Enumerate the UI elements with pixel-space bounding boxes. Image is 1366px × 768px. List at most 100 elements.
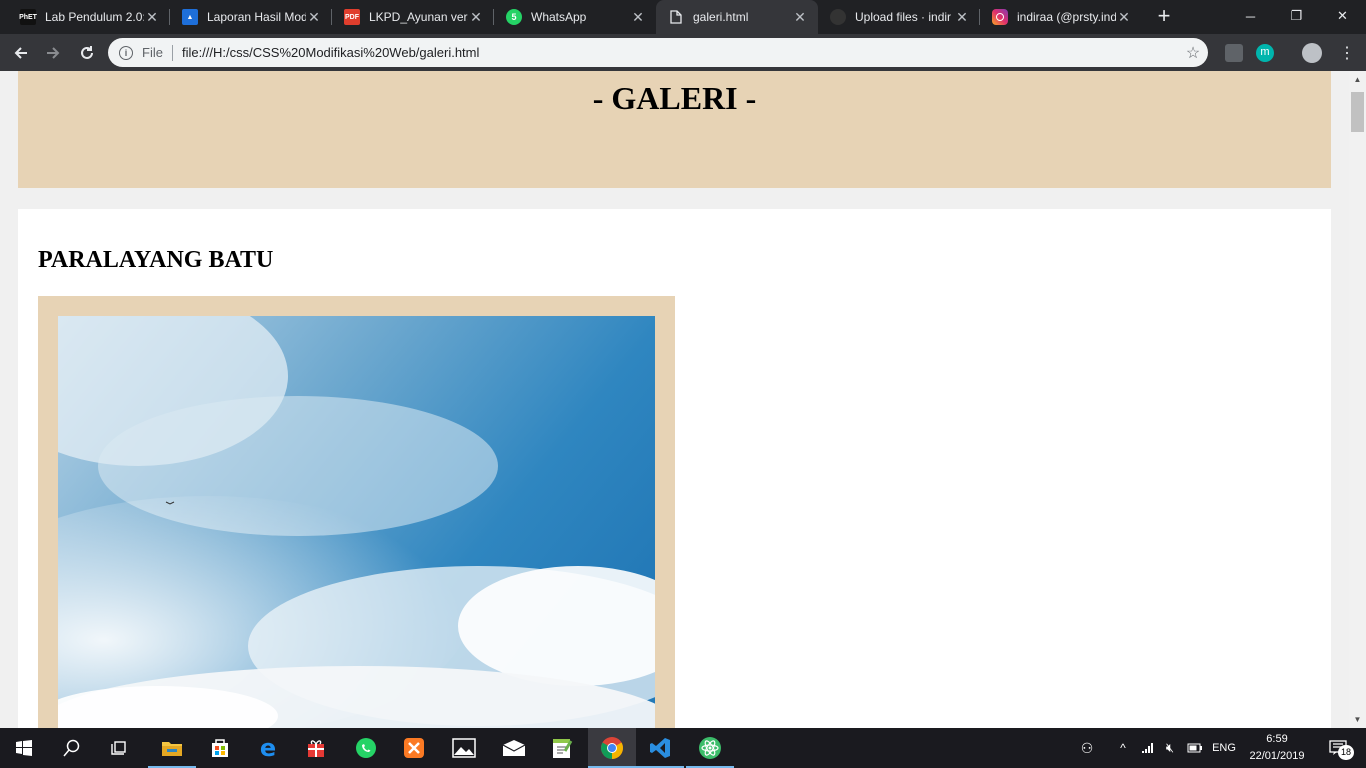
store-button[interactable]: [196, 728, 244, 768]
tab-title: LKPD_Ayunan vers: [369, 10, 468, 24]
close-tab-icon[interactable]: ✕: [306, 9, 322, 26]
pdf-icon: PDF: [344, 9, 360, 25]
chrome-button[interactable]: [588, 728, 636, 768]
instagram-icon: [992, 9, 1008, 25]
chevron-up-icon[interactable]: ^: [1112, 728, 1134, 768]
scroll-down-icon[interactable]: ▼: [1349, 711, 1366, 728]
photos-button[interactable]: [440, 728, 488, 768]
restore-button[interactable]: ❐: [1274, 0, 1319, 32]
store-icon: [212, 739, 228, 757]
edge-button[interactable]: e: [244, 728, 292, 768]
phet-icon: PhET: [19, 9, 37, 25]
bookmark-star-icon[interactable]: ☆: [1178, 43, 1208, 63]
close-tab-icon[interactable]: ✕: [468, 9, 484, 26]
close-window-button[interactable]: ✕: [1320, 0, 1365, 32]
tab-lab-pendulum[interactable]: PhET Lab Pendulum 2.0: ✕: [8, 0, 170, 34]
vscode-icon: [650, 738, 670, 758]
reload-icon: [81, 46, 93, 59]
clock[interactable]: 6:59 22/01/2019: [1244, 728, 1310, 768]
whatsapp-button[interactable]: [342, 728, 390, 768]
tab-galeri[interactable]: galeri.html ✕: [656, 0, 818, 34]
chrome-icon: [601, 737, 623, 759]
tab-github[interactable]: Upload files · indir ✕: [818, 0, 980, 34]
arrow-right-icon: [47, 47, 60, 59]
search-button[interactable]: [48, 728, 96, 768]
sky-photo: [58, 316, 655, 728]
tab-title: Upload files · indir: [855, 10, 952, 24]
vscode-button[interactable]: [636, 728, 684, 768]
xampp-icon: [404, 738, 424, 758]
tab-laporan[interactable]: ▲ Laporan Hasil Mod ✕: [170, 0, 332, 34]
tab-title: Lab Pendulum 2.0:: [45, 10, 144, 24]
volume-muted-icon[interactable]: 🔇︎: [1160, 728, 1180, 768]
close-tab-icon[interactable]: ✕: [630, 9, 646, 26]
file-explorer-icon: [162, 742, 182, 756]
mail-button[interactable]: [490, 728, 538, 768]
close-tab-icon[interactable]: ✕: [792, 9, 808, 26]
menu-button[interactable]: ⋮: [1334, 40, 1360, 66]
page-header: - GALERI -: [18, 71, 1331, 188]
forward-button[interactable]: [40, 40, 66, 66]
gallery-section: PARALAYANG BATU: [18, 209, 1331, 728]
notification-count-badge: 18: [1338, 745, 1354, 760]
minimize-button[interactable]: ─: [1228, 0, 1273, 32]
task-view-button[interactable]: [96, 728, 144, 768]
classroom-icon: ▲: [182, 9, 198, 25]
xampp-button[interactable]: [390, 728, 438, 768]
address-bar[interactable]: i File file:///H:/css/CSS%20Modifikasi%2…: [108, 38, 1208, 67]
account-avatar[interactable]: [1302, 43, 1322, 63]
url-text[interactable]: file:///H:/css/CSS%20Modifikasi%20Web/ga…: [182, 45, 1178, 60]
clock-date: 22/01/2019: [1249, 750, 1305, 762]
whatsapp-icon: 5: [506, 9, 522, 25]
new-tab-button[interactable]: +: [1150, 4, 1178, 30]
reload-button[interactable]: [74, 40, 100, 66]
photo-frame: [38, 296, 675, 728]
page-title: - GALERI -: [592, 80, 757, 116]
windows-taskbar: e ⚇ ^ 🔇︎ ENG 6:59 22/01/2019 18: [0, 728, 1366, 768]
scroll-thumb[interactable]: [1351, 92, 1364, 132]
extension-icon[interactable]: [1225, 44, 1243, 62]
gift-button[interactable]: [292, 728, 340, 768]
browser-toolbar: i File file:///H:/css/CSS%20Modifikasi%2…: [0, 34, 1366, 71]
mail-icon: [502, 740, 526, 756]
search-icon: [63, 739, 80, 757]
notepad-plus-button[interactable]: [538, 728, 586, 768]
page-viewport: - GALERI - PARALAYANG BATU: [0, 71, 1349, 728]
info-icon[interactable]: i: [119, 45, 133, 60]
atom-icon: [699, 737, 721, 759]
file-explorer-button[interactable]: [148, 728, 196, 768]
whatsapp-icon: [356, 738, 376, 758]
edge-icon: e: [259, 734, 277, 762]
tab-title: galeri.html: [693, 10, 749, 24]
file-icon: [668, 9, 684, 25]
tab-title: indiraa (@prsty.ind: [1017, 10, 1116, 24]
close-tab-icon[interactable]: ✕: [144, 9, 160, 26]
start-button[interactable]: [0, 728, 48, 768]
language-indicator[interactable]: ENG: [1208, 728, 1240, 768]
vertical-scrollbar[interactable]: ▲ ▼: [1349, 71, 1366, 728]
atom-button[interactable]: [686, 728, 734, 768]
tab-title: Laporan Hasil Mod: [207, 10, 306, 24]
tab-instagram[interactable]: indiraa (@prsty.ind ✕: [980, 0, 1142, 34]
section-title: PARALAYANG BATU: [38, 247, 274, 273]
tab-whatsapp[interactable]: 5 WhatsApp ✕: [494, 0, 656, 34]
tab-title: WhatsApp: [531, 10, 587, 24]
scroll-up-icon[interactable]: ▲: [1349, 71, 1366, 88]
task-view-icon: [111, 741, 126, 755]
clock-time: 6:59: [1266, 733, 1288, 745]
close-tab-icon[interactable]: ✕: [1116, 9, 1132, 26]
action-center-button[interactable]: 18: [1318, 728, 1358, 768]
close-tab-icon[interactable]: ✕: [954, 9, 970, 26]
wifi-icon[interactable]: [1138, 728, 1158, 768]
people-icon[interactable]: ⚇: [1076, 728, 1098, 768]
arrow-left-icon: [14, 47, 27, 59]
profile-extension-icon[interactable]: m: [1256, 44, 1274, 62]
tab-strip: PhET Lab Pendulum 2.0: ✕ ▲ Laporan Hasil…: [0, 0, 1366, 34]
tab-lkpd[interactable]: PDF LKPD_Ayunan vers ✕: [332, 0, 494, 34]
github-icon: [830, 9, 846, 25]
start-icon: [16, 740, 32, 756]
battery-icon[interactable]: [1184, 728, 1206, 768]
photos-icon: [452, 738, 476, 758]
gift-icon: [308, 740, 324, 757]
back-button[interactable]: [8, 40, 34, 66]
